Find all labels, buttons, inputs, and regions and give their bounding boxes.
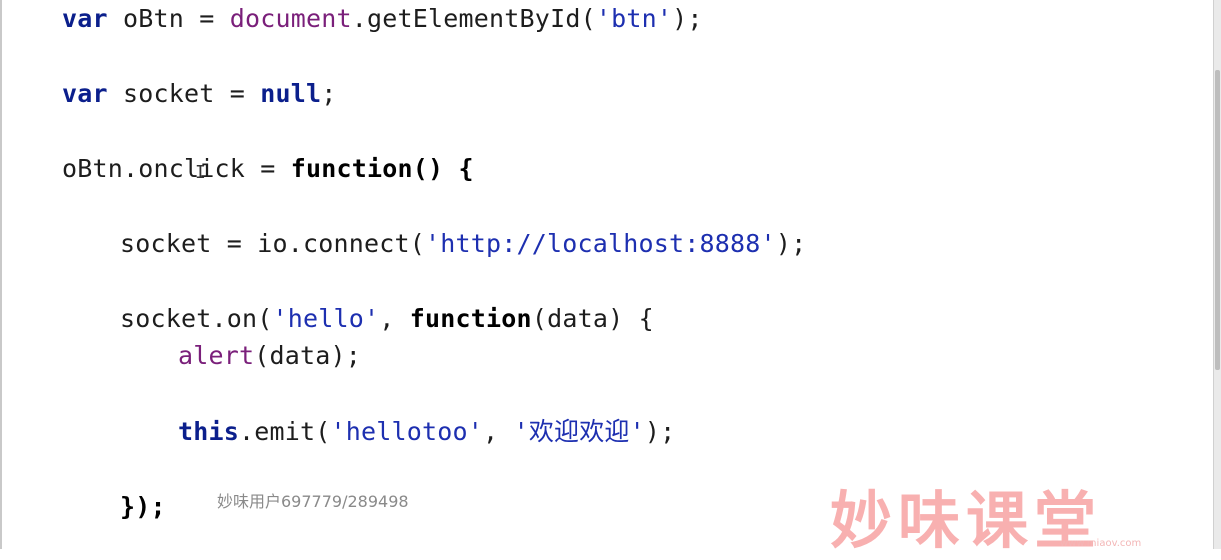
keyword-function: function bbox=[290, 154, 413, 183]
code-text: socket = bbox=[107, 79, 261, 108]
keyword-null: null bbox=[260, 79, 322, 108]
code-line-5: socket.on('hello', function(data) { bbox=[120, 302, 654, 336]
code-text: socket.on( bbox=[120, 304, 273, 333]
code-line-6: alert(data); bbox=[178, 339, 361, 373]
code-text: }); bbox=[120, 492, 166, 521]
code-text: socket = io.connect( bbox=[120, 229, 426, 258]
keyword-this: this bbox=[178, 417, 240, 446]
code-line-1: var oBtn = document.getElementById('btn'… bbox=[62, 2, 703, 36]
code-text: , bbox=[379, 304, 410, 333]
string-literal: '欢迎欢迎' bbox=[513, 417, 645, 446]
keyword-var: var bbox=[62, 79, 108, 108]
user-watermark: 妙味用户697779/289498 bbox=[217, 492, 409, 511]
builtin-document: document bbox=[229, 4, 352, 33]
code-text: ); bbox=[775, 229, 807, 258]
code-line-4: socket = io.connect('http://localhost:88… bbox=[120, 227, 806, 261]
code-text: ); bbox=[672, 4, 703, 33]
code-text: oBtn.onclick = bbox=[62, 154, 291, 183]
text-cursor-icon: I bbox=[195, 162, 206, 183]
code-text: , bbox=[483, 417, 514, 446]
code-text: ); bbox=[644, 417, 676, 446]
code-text: (data); bbox=[254, 341, 362, 370]
code-text: () { bbox=[412, 154, 474, 183]
vertical-scrollbar[interactable] bbox=[1213, 0, 1221, 549]
code-editor[interactable]: var oBtn = document.getElementById('btn'… bbox=[0, 0, 1212, 549]
keyword-function: function bbox=[409, 304, 532, 333]
string-literal: 'btn' bbox=[595, 4, 673, 33]
code-text: ; bbox=[321, 79, 337, 108]
code-line-8: }); bbox=[120, 490, 166, 524]
scrollbar-thumb[interactable] bbox=[1215, 70, 1220, 370]
code-line-2: var socket = null; bbox=[62, 77, 337, 111]
code-line-3: oBtn.onclick = function() { bbox=[62, 152, 474, 186]
code-text: (data) { bbox=[531, 304, 654, 333]
keyword-var: var bbox=[62, 4, 108, 33]
code-text: .getElementById( bbox=[351, 4, 596, 33]
string-literal: 'hellotoo' bbox=[330, 417, 484, 446]
brand-url: www.miaov.com bbox=[1060, 538, 1142, 549]
code-line-7: this.emit('hellotoo', '欢迎欢迎'); bbox=[178, 415, 675, 449]
string-literal: 'http://localhost:8888' bbox=[425, 229, 776, 258]
code-text: oBtn = bbox=[107, 4, 230, 33]
string-literal: 'hello' bbox=[272, 304, 380, 333]
code-text: .emit( bbox=[239, 417, 331, 446]
builtin-alert: alert bbox=[178, 341, 255, 370]
